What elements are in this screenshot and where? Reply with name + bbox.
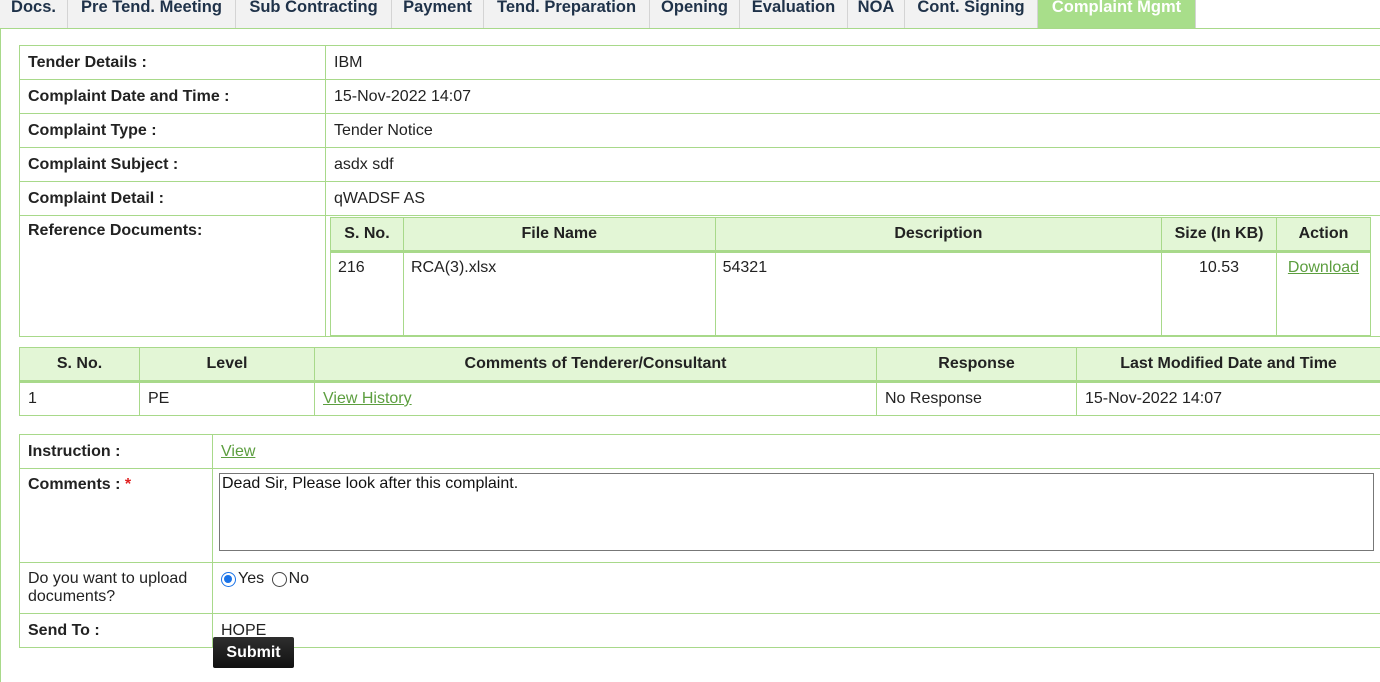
tender-details-row: Tender Details : IBM: [19, 45, 1380, 80]
comments-row: Comments : * Dead Sir, Please look after…: [19, 468, 1380, 563]
tab-complaint-mgmt[interactable]: Complaint Mgmt: [1038, 0, 1196, 28]
upload-yes-label: Yes: [238, 570, 265, 587]
tab-docs[interactable]: Docs.: [0, 0, 68, 28]
tab-sub-contracting[interactable]: Sub Contracting: [236, 0, 392, 28]
required-mark: *: [124, 476, 132, 493]
content-frame: Tender Details : IBM Complaint Date and …: [0, 29, 1380, 682]
complaint-details-table: Tender Details : IBM Complaint Date and …: [19, 45, 1380, 337]
tab-bar: Docs. Pre Tend. Meeting Sub Contracting …: [0, 0, 1380, 29]
tab-payment[interactable]: Payment: [392, 0, 484, 28]
complaint-subject-row: Complaint Subject : asdx sdf: [19, 147, 1380, 182]
complaint-form: Instruction : View Comments : * Dead Sir…: [19, 434, 1380, 648]
complaint-subject-label: Complaint Subject :: [19, 147, 326, 182]
docs-header-file: File Name: [402, 217, 716, 253]
complaint-type-value: Tender Notice: [325, 113, 1380, 148]
upload-row: Do you want to upload documents? Yes No: [19, 562, 1380, 614]
view-history-link[interactable]: View History: [323, 390, 412, 407]
docs-header-row: S. No. File Name Description Size (In KB…: [330, 217, 1372, 253]
docs-header-action: Action: [1275, 217, 1372, 253]
upload-yes-radio[interactable]: Yes: [221, 570, 264, 588]
doc-sno: 216: [330, 251, 404, 336]
docs-header-description: Description: [714, 217, 1163, 253]
resp-sno: 1: [19, 381, 140, 416]
resp-header-level: Level: [139, 347, 315, 383]
complaint-date-value: 15-Nov-2022 14:07: [325, 79, 1380, 114]
tender-details-value: IBM: [325, 45, 1380, 80]
complaint-detail-row: Complaint Detail : qWADSF AS: [19, 181, 1380, 216]
complaint-date-label: Complaint Date and Time :: [19, 79, 326, 114]
comments-textarea[interactable]: Dead Sir, Please look after this complai…: [219, 472, 1374, 551]
tab-cont-signing[interactable]: Cont. Signing: [905, 0, 1038, 28]
doc-file-name: RCA(3).xlsx: [402, 251, 716, 336]
docs-header-size: Size (In KB): [1161, 217, 1277, 253]
tab-noa[interactable]: NOA: [848, 0, 905, 28]
sendto-value: HOPE: [212, 613, 1380, 648]
complaint-date-row: Complaint Date and Time : 15-Nov-2022 14…: [19, 79, 1380, 114]
upload-no-radio[interactable]: No: [271, 570, 310, 588]
complaint-subject-value: asdx sdf: [325, 147, 1380, 182]
tender-details-label: Tender Details :: [19, 45, 326, 80]
table-row: 1 PE View History No Response 15-Nov-202…: [19, 381, 1380, 416]
resp-header-comments: Comments of Tenderer/Consultant: [314, 347, 877, 383]
response-header-row: S. No. Level Comments of Tenderer/Consul…: [19, 347, 1380, 383]
upload-question-label: Do you want to upload documents?: [19, 562, 213, 614]
resp-header-sno: S. No.: [19, 347, 140, 383]
tab-opening[interactable]: Opening: [650, 0, 740, 28]
complaint-detail-value: qWADSF AS: [325, 181, 1380, 216]
response-table: S. No. Level Comments of Tenderer/Consul…: [19, 347, 1380, 416]
tab-evaluation[interactable]: Evaluation: [740, 0, 848, 28]
upload-no-label: No: [288, 570, 310, 587]
tab-tend-preparation[interactable]: Tend. Preparation: [484, 0, 650, 28]
instruction-row: Instruction : View: [19, 434, 1380, 469]
resp-header-modified: Last Modified Date and Time: [1076, 347, 1380, 383]
resp-header-response: Response: [876, 347, 1077, 383]
doc-description: 54321: [714, 251, 1163, 336]
sendto-label: Send To :: [19, 613, 213, 648]
comments-label: Comments :: [28, 476, 121, 493]
radio-unselected-icon: [271, 571, 287, 587]
reference-documents-row: Reference Documents: S. No. File Name De…: [19, 215, 1380, 337]
resp-level: PE: [139, 381, 315, 416]
download-link[interactable]: Download: [1288, 259, 1359, 276]
reference-documents-label: Reference Documents:: [19, 215, 326, 337]
complaint-type-label: Complaint Type :: [19, 113, 326, 148]
resp-modified: 15-Nov-2022 14:07: [1076, 381, 1380, 416]
resp-response: No Response: [876, 381, 1077, 416]
table-row: 216 RCA(3).xlsx 54321 10.53 Download: [330, 251, 1372, 336]
complaint-type-row: Complaint Type : Tender Notice: [19, 113, 1380, 148]
tab-pre-tend-meeting[interactable]: Pre Tend. Meeting: [68, 0, 236, 28]
doc-size: 10.53: [1161, 251, 1277, 336]
instruction-label: Instruction :: [19, 434, 213, 469]
reference-documents-table: S. No. File Name Description Size (In KB…: [330, 217, 1372, 336]
radio-selected-icon: [221, 571, 236, 587]
docs-header-sno: S. No.: [330, 217, 404, 253]
submit-button[interactable]: Submit: [213, 637, 294, 668]
complaint-detail-label: Complaint Detail :: [19, 181, 326, 216]
instruction-view-link[interactable]: View: [221, 443, 255, 460]
